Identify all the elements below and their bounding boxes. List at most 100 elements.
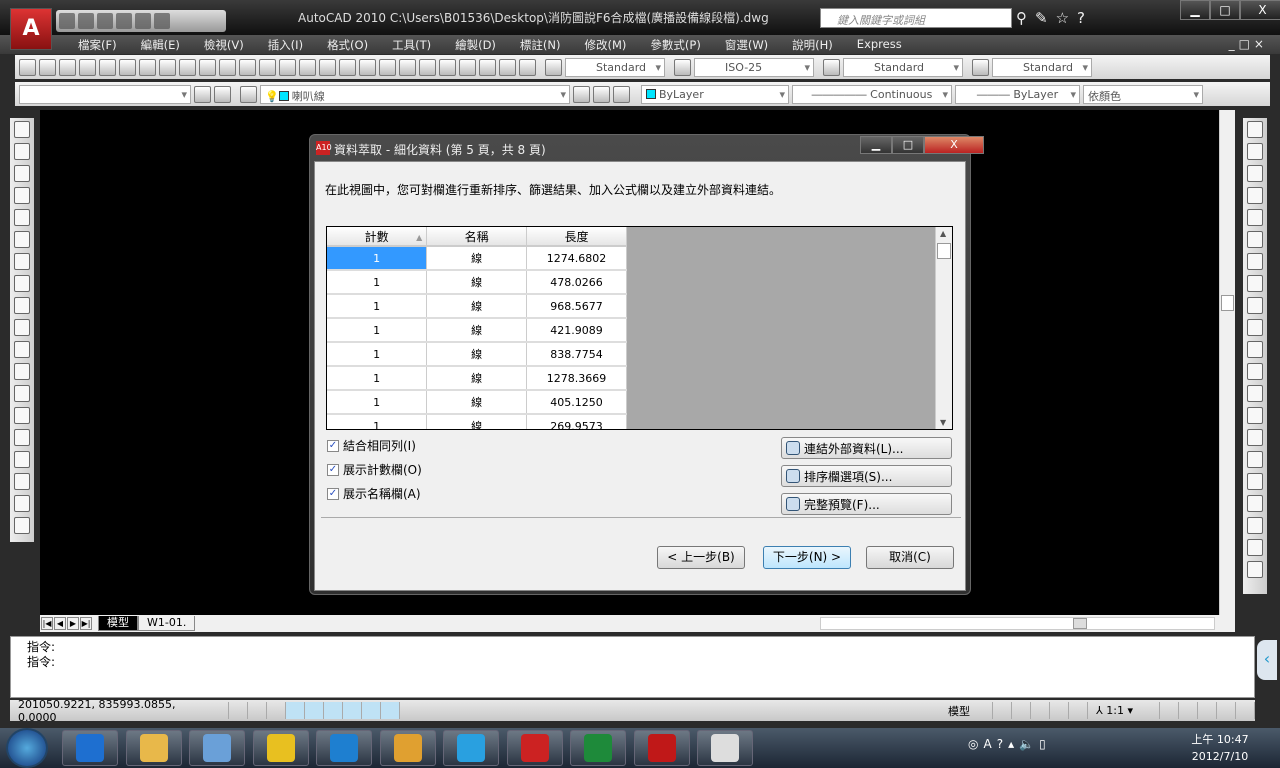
menu-item-2[interactable]: 檢視(V): [192, 35, 256, 54]
menu-item-4[interactable]: 格式(O): [315, 35, 380, 54]
lineweight-toggle-icon[interactable]: [362, 702, 381, 719]
cell-length[interactable]: 1274.6802: [526, 246, 627, 271]
zoom-realtime-icon[interactable]: [339, 58, 356, 76]
draworder-under-icon[interactable]: [1247, 561, 1263, 578]
cell-count[interactable]: 1: [327, 414, 428, 429]
checkbox-box[interactable]: ✓: [327, 439, 339, 452]
pan-icon[interactable]: [1012, 702, 1032, 719]
menu-item-12[interactable]: Express: [845, 35, 914, 54]
command-window[interactable]: 指令: 指令:: [10, 636, 1255, 698]
new-icon[interactable]: [59, 13, 75, 29]
last-tab-button[interactable]: ▶|: [80, 617, 92, 630]
table-row[interactable]: 1 線 421.9089: [327, 318, 627, 343]
osnap-toggle-icon[interactable]: [286, 702, 305, 719]
move-icon[interactable]: [1247, 231, 1263, 248]
workspace-settings-icon[interactable]: [194, 85, 211, 103]
favorites-star-icon[interactable]: ☆: [1056, 9, 1069, 27]
open-icon[interactable]: [78, 13, 94, 29]
markup-icon[interactable]: [479, 58, 496, 76]
taskbar-app-character[interactable]: [697, 730, 753, 766]
taskbar-acrobat[interactable]: [633, 730, 690, 766]
explode-icon[interactable]: [1247, 473, 1263, 490]
linetype-combo[interactable]: ――――― Continuous: [792, 84, 952, 104]
undo-icon[interactable]: [279, 58, 296, 76]
ime-icon[interactable]: A: [983, 737, 991, 751]
save-icon[interactable]: [97, 13, 113, 29]
make-current-layer-icon[interactable]: [573, 85, 590, 103]
menu-item-6[interactable]: 繪製(D): [443, 35, 508, 54]
draworder-front-icon[interactable]: [1247, 495, 1263, 512]
region-icon[interactable]: [14, 473, 30, 490]
checkbox-1[interactable]: ✓ 展示計數欄(O): [327, 461, 422, 478]
table-icon[interactable]: [14, 495, 30, 512]
menu-item-8[interactable]: 修改(M): [573, 35, 639, 54]
fillet-icon[interactable]: [1247, 451, 1263, 468]
new-icon[interactable]: [19, 58, 36, 76]
application-menu-button[interactable]: A: [10, 8, 52, 50]
cell-name[interactable]: 線: [426, 342, 528, 367]
model-space-button[interactable]: 模型: [944, 703, 974, 719]
text-style-combo[interactable]: Standard: [565, 57, 665, 77]
help-tray-icon[interactable]: ?: [997, 737, 1003, 751]
ellipse-icon[interactable]: [14, 319, 30, 336]
block-editor-icon[interactable]: [259, 58, 276, 76]
extend-icon[interactable]: [1247, 341, 1263, 358]
show-hidden-icons[interactable]: ▴: [1008, 737, 1014, 751]
table-row[interactable]: 1 線 405.1250: [327, 390, 627, 415]
cancel-button[interactable]: 取消(C): [866, 546, 954, 569]
polyline-icon[interactable]: [14, 165, 30, 182]
draworder-above-icon[interactable]: [1247, 539, 1263, 556]
workspace-gear-icon[interactable]: [1179, 702, 1198, 719]
erase-icon[interactable]: [1247, 121, 1263, 138]
quick-view-icon[interactable]: [993, 702, 1013, 719]
menu-item-7[interactable]: 標註(N): [508, 35, 573, 54]
taskbar-autocad[interactable]: [506, 730, 563, 766]
color-combo[interactable]: ByLayer: [641, 84, 789, 104]
stretch-icon[interactable]: [1247, 297, 1263, 314]
array-icon[interactable]: [1247, 209, 1263, 226]
arc-icon[interactable]: [14, 231, 30, 248]
clean-screen-icon[interactable]: [1236, 702, 1255, 719]
break-at-point-icon[interactable]: [1247, 363, 1263, 380]
polar-toggle-icon[interactable]: [267, 702, 286, 719]
back-button[interactable]: < 上一步(B): [657, 546, 745, 569]
checkbox-box[interactable]: ✓: [327, 487, 339, 500]
full-preview-button[interactable]: 完整預覽(F)...: [781, 493, 952, 515]
ducs-toggle-icon[interactable]: [324, 702, 343, 719]
cell-length[interactable]: 269.9573: [526, 414, 627, 429]
document-window-controls[interactable]: _□×: [1229, 37, 1268, 51]
next-button[interactable]: 下一步(N) >: [763, 546, 851, 569]
menu-item-11[interactable]: 說明(H): [780, 35, 845, 54]
wrench-icon[interactable]: ✎: [1035, 9, 1048, 27]
lineweight-combo[interactable]: ――― ByLayer: [955, 84, 1080, 104]
cell-length[interactable]: 478.0266: [526, 270, 627, 295]
table-row[interactable]: 1 線 968.5677: [327, 294, 627, 319]
binoculars-icon[interactable]: ⚲: [1016, 9, 1027, 27]
insert-block-icon[interactable]: [14, 363, 30, 380]
scale-icon[interactable]: [1247, 275, 1263, 292]
cell-count[interactable]: 1: [327, 318, 428, 343]
construction-line-icon[interactable]: [14, 143, 30, 160]
make-block-icon[interactable]: [14, 385, 30, 402]
taskbar-internet-explorer[interactable]: [62, 730, 118, 766]
break-icon[interactable]: [1247, 385, 1263, 402]
plot-icon[interactable]: [79, 58, 96, 76]
menu-item-5[interactable]: 工具(T): [380, 35, 443, 54]
line-icon[interactable]: [14, 121, 30, 138]
cell-name[interactable]: 線: [426, 318, 528, 343]
taskbar-app-yellow[interactable]: [252, 730, 309, 766]
tool-palettes-icon[interactable]: [439, 58, 456, 76]
redo-icon[interactable]: [299, 58, 316, 76]
scroll-down-arrow[interactable]: ▼: [940, 418, 946, 427]
cell-count[interactable]: 1: [327, 270, 428, 295]
minimize-button[interactable]: ▁: [1180, 0, 1210, 20]
ellipse-arc-icon[interactable]: [14, 341, 30, 358]
link-external-data-button[interactable]: 連結外部資料(L)...: [781, 437, 952, 459]
grid-toggle-icon[interactable]: [229, 702, 248, 719]
horizontal-scrollbar[interactable]: [820, 617, 1215, 630]
cell-name[interactable]: 線: [426, 270, 528, 295]
vertical-scrollbar[interactable]: [1219, 110, 1235, 615]
cell-name[interactable]: 線: [426, 390, 528, 415]
cell-count[interactable]: 1: [327, 246, 428, 271]
cell-length[interactable]: 421.9089: [526, 318, 627, 343]
